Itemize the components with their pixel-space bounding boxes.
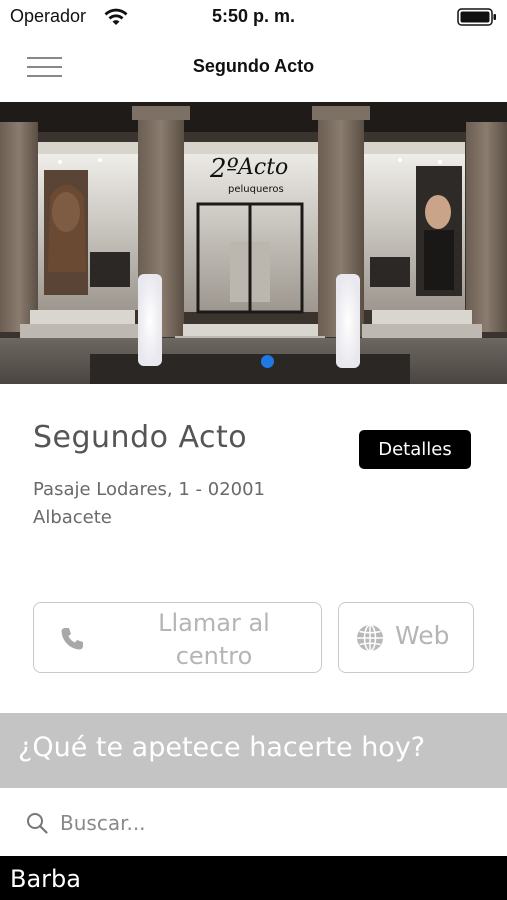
web-button[interactable]: Web	[338, 602, 474, 673]
venue-name: Segundo Acto	[33, 420, 248, 455]
battery-icon	[457, 8, 496, 26]
category-label: Barba	[10, 865, 81, 893]
globe-icon	[357, 624, 383, 652]
svg-text:Acto: Acto	[236, 155, 288, 180]
hero-carousel[interactable]: 2º Acto peluqueros	[0, 102, 507, 384]
details-button[interactable]: Detalles	[359, 430, 471, 469]
nav-bar: Segundo Acto	[0, 36, 507, 102]
status-bar: Operador 5:50 p. m.	[0, 0, 507, 36]
carousel-page-indicator[interactable]	[261, 355, 274, 368]
call-center-button[interactable]: Llamar al centro	[33, 602, 322, 673]
page-title: Segundo Acto	[192, 56, 315, 76]
category-item-barba[interactable]: Barba	[0, 856, 507, 900]
storefront-image: 2º Acto peluqueros	[0, 102, 507, 384]
call-button-label: Llamar al centro	[158, 609, 270, 670]
address-city: Albacete	[33, 507, 112, 528]
phone-icon	[61, 628, 83, 650]
web-button-label: Web	[395, 621, 450, 650]
address-line: Pasaje Lodares, 1 - 02001	[33, 479, 266, 500]
svg-text:peluqueros: peluqueros	[228, 184, 284, 195]
question-text: ¿Qué te apetece hacerte hoy?	[18, 732, 426, 763]
search-input[interactable]	[60, 807, 480, 839]
search-icon	[27, 813, 48, 834]
question-banner: ¿Qué te apetece hacerte hoy?	[0, 713, 507, 788]
status-time: 5:50 p. m.	[211, 6, 296, 26]
svg-text:2º: 2º	[209, 154, 239, 184]
search-bar	[0, 788, 507, 856]
